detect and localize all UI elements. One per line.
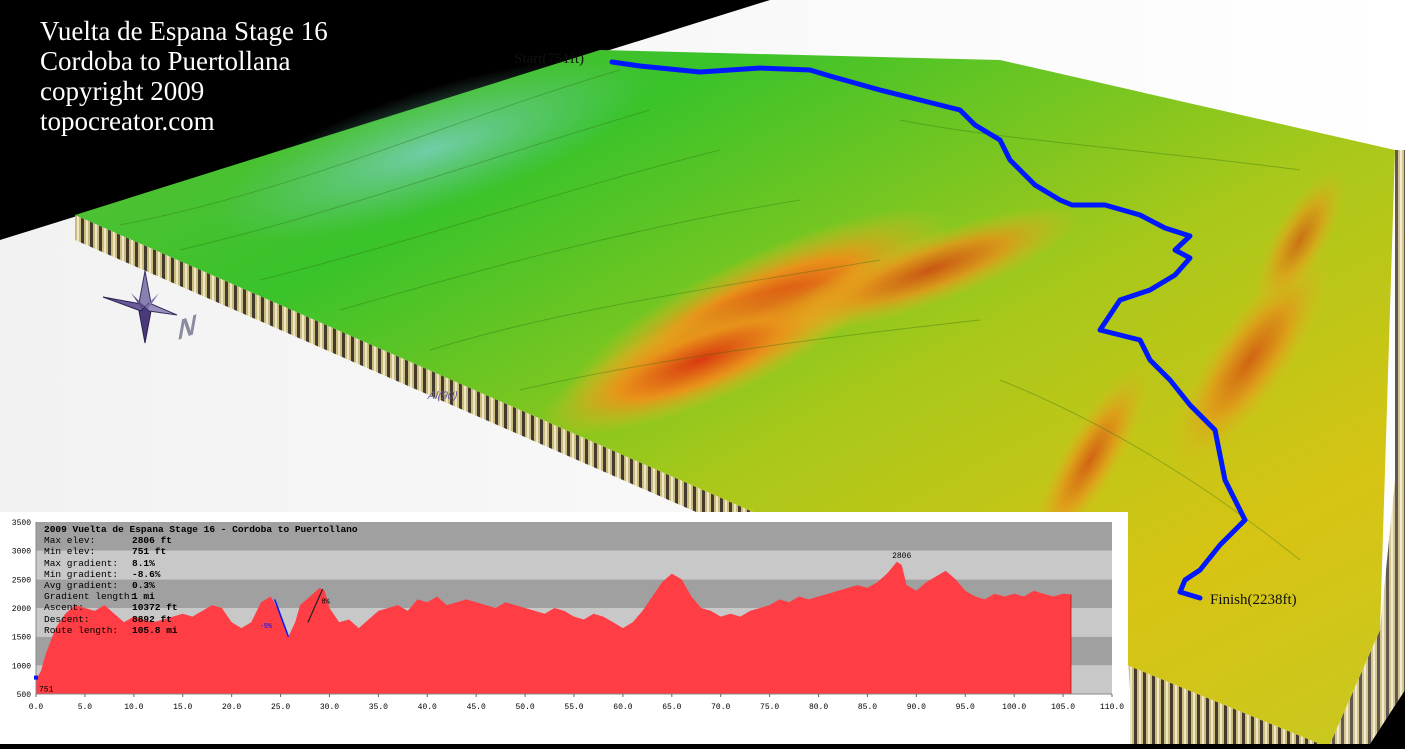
- stat-row: Max elev: 2806 ft: [44, 535, 358, 546]
- finish-label: Finish(2238ft): [1210, 592, 1297, 608]
- x-tick-label: 90.0: [907, 703, 926, 712]
- stat-row: Min gradient: -8.6%: [44, 569, 358, 580]
- elevation-profile-chart: 500 1000 1500 2000 2500 3000 3500 0.0 5.0 10.0 15.…: [0, 512, 1128, 744]
- x-tick-label: 70.0: [711, 703, 730, 712]
- profile-stats: 2009 Vuelta de Espana Stage 16 - Cordoba…: [44, 524, 358, 636]
- y-tick-label: 1500: [12, 634, 31, 643]
- stat-row: Gradient length: 1 mi: [44, 591, 358, 602]
- x-tick-label: 65.0: [662, 703, 681, 712]
- stat-value: 1 mi: [132, 591, 155, 603]
- x-tick-label: 0.0: [29, 703, 44, 712]
- stat-row: Descent: 8892 ft: [44, 614, 358, 625]
- max-elevation-label: 2806: [892, 552, 911, 561]
- stat-value: 10372 ft: [132, 602, 178, 614]
- start-label: Start(751ft): [514, 51, 584, 67]
- x-tick-label: 95.0: [956, 703, 975, 712]
- map-title-block: Vuelta de Espana Stage 16 Cordoba to Pue…: [40, 16, 328, 136]
- stat-label: Gradient length:: [44, 591, 136, 603]
- stat-row: Route length: 105.8 mi: [44, 625, 358, 636]
- x-tick-label: 75.0: [760, 703, 779, 712]
- x-tick-label: 35.0: [369, 703, 388, 712]
- stat-label: Ascent:: [44, 602, 84, 614]
- stat-row: Ascent: 10372 ft: [44, 602, 358, 613]
- map-title-line: Vuelta de Espana Stage 16: [40, 16, 328, 46]
- x-tick-label: 50.0: [515, 703, 534, 712]
- stat-value: 105.8 mi: [132, 624, 178, 636]
- x-tick-label: 40.0: [418, 703, 437, 712]
- map-subtitle-line: Cordoba to Puertollana: [40, 46, 291, 76]
- stat-value: 0.3%: [132, 580, 155, 592]
- y-tick-label: 1000: [12, 662, 31, 671]
- y-tick-label: 3000: [12, 548, 31, 557]
- stat-value: 8892 ft: [132, 613, 172, 625]
- stat-label: Max gradient:: [44, 557, 119, 569]
- x-tick-label: 5.0: [78, 703, 93, 712]
- x-tick-label: 20.0: [222, 703, 241, 712]
- start-elevation-label: 751: [39, 686, 54, 695]
- y-tick-label: 3500: [12, 519, 31, 528]
- stat-label: Route length:: [44, 624, 119, 636]
- x-tick-label: 100.0: [1002, 703, 1026, 712]
- y-tick-label: 2500: [12, 576, 31, 585]
- copyright-line: copyright 2009: [40, 76, 205, 106]
- stat-label: Descent:: [44, 613, 90, 625]
- stat-row: Min elev: 751 ft: [44, 546, 358, 557]
- x-tick-label: 80.0: [809, 703, 828, 712]
- x-tick-label: 55.0: [564, 703, 583, 712]
- stat-value: 8.1%: [132, 557, 155, 569]
- stat-label: Max elev:: [44, 535, 96, 547]
- stat-label: Min gradient:: [44, 568, 119, 580]
- stat-label: Avg gradient:: [44, 580, 119, 592]
- x-tick-label: 30.0: [320, 703, 339, 712]
- terrain-label: Al(90): [425, 390, 460, 402]
- stat-value: 2806 ft: [132, 535, 172, 547]
- stat-value: 751 ft: [132, 546, 167, 558]
- x-tick-label: 110.0: [1100, 703, 1124, 712]
- x-tick-label: 105.0: [1051, 703, 1075, 712]
- y-tick-label: 2000: [12, 605, 31, 614]
- stat-row: Avg gradient: 0.3%: [44, 580, 358, 591]
- start-marker: [34, 675, 38, 680]
- x-tick-label: 45.0: [467, 703, 486, 712]
- stat-value: -8.6%: [132, 568, 161, 580]
- y-tick-label: 500: [17, 691, 32, 700]
- x-tick-label: 25.0: [271, 703, 290, 712]
- x-tick-label: 15.0: [173, 703, 192, 712]
- stat-row: Max gradient: 8.1%: [44, 558, 358, 569]
- x-tick-label: 10.0: [124, 703, 143, 712]
- stat-label: Min elev:: [44, 546, 96, 558]
- profile-title: 2009 Vuelta de Espana Stage 16 - Cordoba…: [44, 524, 358, 535]
- x-tick-label: 60.0: [613, 703, 632, 712]
- website-line: topocreator.com: [40, 106, 215, 136]
- x-tick-label: 85.0: [858, 703, 877, 712]
